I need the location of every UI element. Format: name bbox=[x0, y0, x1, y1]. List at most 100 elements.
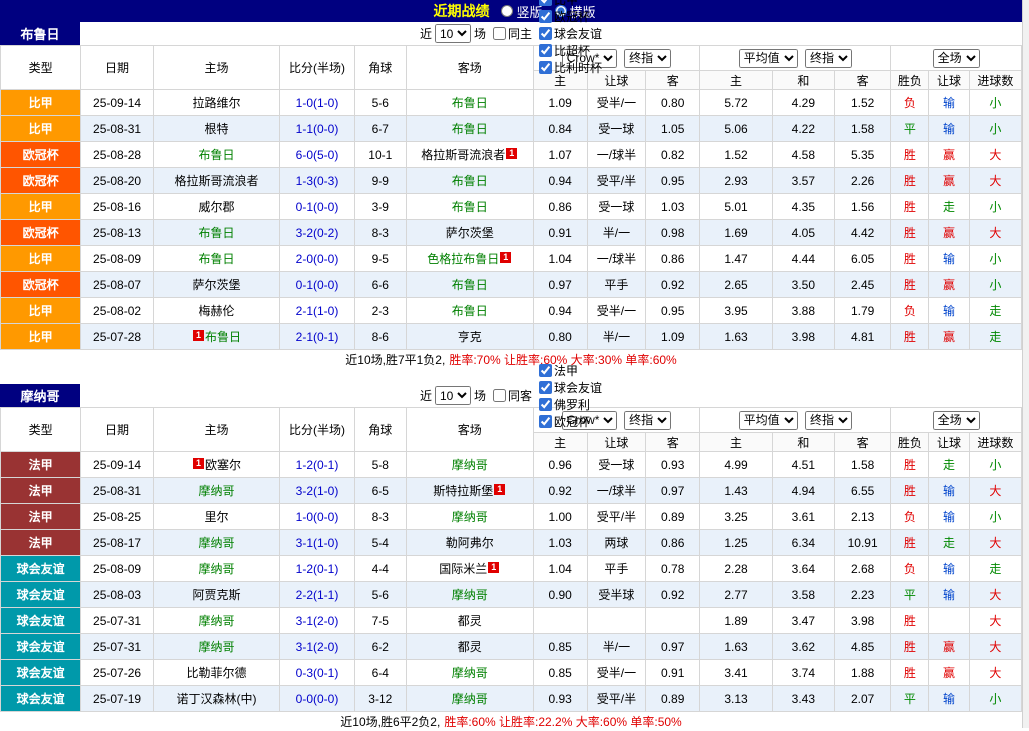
subcol-away-odds: 客 bbox=[646, 433, 700, 452]
result-cell: 负 bbox=[891, 90, 929, 116]
odds-cell: 受平/半 bbox=[587, 686, 645, 712]
odds-cell: 0.91 bbox=[533, 220, 587, 246]
team-name: 格拉斯哥流浪者 bbox=[421, 148, 505, 162]
league-filter-item[interactable]: 比超杯 bbox=[535, 42, 602, 59]
match-row: 法甲25-08-25里尔1-0(0-0)8-3摩纳哥1.00受平/半0.893.… bbox=[1, 504, 1022, 530]
corner-cell: 8-6 bbox=[354, 324, 406, 350]
away-team-cell: 摩纳哥 bbox=[406, 660, 533, 686]
odds-time-select[interactable]: 终指 bbox=[624, 49, 671, 68]
home-team-cell: 摩纳哥 bbox=[153, 634, 280, 660]
avg-odds-cell: 3.25 bbox=[700, 504, 772, 530]
home-team-cell: 拉路维尔 bbox=[153, 90, 280, 116]
result-cell: 胜 bbox=[891, 634, 929, 660]
fulltime-group: 全场 bbox=[891, 46, 1022, 71]
team-name: 亨克 bbox=[458, 330, 482, 344]
handicap-result-cell: 走 bbox=[929, 530, 969, 556]
team-name: 摩纳哥 bbox=[452, 510, 488, 524]
avg-odds-cell: 4.58 bbox=[772, 142, 834, 168]
league-filter-checkbox[interactable] bbox=[539, 381, 552, 394]
league-filter-item[interactable]: 球会友谊 bbox=[535, 379, 602, 396]
handicap-result-cell: 赢 bbox=[929, 168, 969, 194]
league-filter-checkbox[interactable] bbox=[539, 415, 552, 428]
goals-result-cell: 走 bbox=[969, 324, 1021, 350]
team-name: 根特 bbox=[205, 122, 229, 136]
goals-result-cell: 走 bbox=[969, 298, 1021, 324]
goals-result-cell: 小 bbox=[969, 686, 1021, 712]
result-cell: 胜 bbox=[891, 530, 929, 556]
subcol-goals-result: 进球数 bbox=[969, 433, 1021, 452]
odds-cell: 半/一 bbox=[587, 324, 645, 350]
league-filter-checkbox[interactable] bbox=[539, 27, 552, 40]
odds-cell: 0.89 bbox=[646, 686, 700, 712]
score-cell: 1-2(0-1) bbox=[280, 452, 354, 478]
result-cell: 胜 bbox=[891, 478, 929, 504]
avg-odds-cell: 4.81 bbox=[834, 324, 890, 350]
avg-odds-cell: 1.58 bbox=[834, 116, 890, 142]
avg-odds-cell: 3.88 bbox=[772, 298, 834, 324]
avg-odds-cell: 1.63 bbox=[700, 634, 772, 660]
match-row: 比甲25-09-14拉路维尔1-0(1-0)5-6布鲁日1.09受半/一0.80… bbox=[1, 90, 1022, 116]
league-filter-item[interactable]: 欧冠杯 bbox=[535, 8, 602, 25]
league-filter-checkbox[interactable] bbox=[539, 61, 552, 74]
match-count-select[interactable]: 10 bbox=[435, 24, 471, 43]
league-filter-item[interactable]: 佛罗利 bbox=[535, 396, 602, 413]
result-cell: 胜 bbox=[891, 220, 929, 246]
date-cell: 25-08-13 bbox=[81, 220, 153, 246]
average-time-select[interactable]: 终指 bbox=[805, 411, 852, 430]
col-date: 日期 bbox=[81, 408, 153, 452]
league-filter-item[interactable]: 比利时杯 bbox=[535, 59, 602, 76]
average-select[interactable]: 平均值 bbox=[739, 49, 798, 68]
average-select[interactable]: 平均值 bbox=[739, 411, 798, 430]
league-filter-checkbox[interactable] bbox=[539, 44, 552, 57]
league-filter-checkbox[interactable] bbox=[539, 10, 552, 23]
avg-odds-cell: 3.64 bbox=[772, 556, 834, 582]
subcol-result: 胜负 bbox=[891, 433, 929, 452]
same-away-checkbox[interactable] bbox=[493, 389, 506, 402]
fulltime-select[interactable]: 全场 bbox=[933, 411, 980, 430]
games-label: 场 bbox=[474, 387, 486, 404]
team-name: 布鲁日 bbox=[452, 96, 488, 110]
rank-badge: 1 bbox=[500, 252, 511, 263]
scrollbar[interactable] bbox=[1022, 0, 1029, 728]
handicap-result-cell: 走 bbox=[929, 452, 969, 478]
league-filter-checkbox[interactable] bbox=[539, 0, 552, 6]
avg-odds-cell: 3.57 bbox=[772, 168, 834, 194]
fulltime-select[interactable]: 全场 bbox=[933, 49, 980, 68]
away-team-cell: 斯特拉斯堡1 bbox=[406, 478, 533, 504]
league-filter-item[interactable]: 比甲 bbox=[535, 0, 602, 8]
match-count-select[interactable]: 10 bbox=[435, 386, 471, 405]
same-home-checkbox[interactable] bbox=[493, 27, 506, 40]
result-cell: 胜 bbox=[891, 272, 929, 298]
odds-cell: 受平/半 bbox=[587, 168, 645, 194]
matches-table-brugge: 类型 日期 主场 比分(半场) 角球 客场 Crow* 终指 平均值 终指 全场… bbox=[0, 45, 1022, 350]
avg-odds-cell: 6.55 bbox=[834, 478, 890, 504]
league-filter-checkbox[interactable] bbox=[539, 398, 552, 411]
away-team-cell: 布鲁日 bbox=[406, 168, 533, 194]
corner-cell: 9-9 bbox=[354, 168, 406, 194]
average-odds-group: 平均值 终指 bbox=[700, 408, 891, 433]
away-team-cell: 摩纳哥 bbox=[406, 686, 533, 712]
col-score: 比分(半场) bbox=[280, 46, 354, 90]
corner-cell: 5-4 bbox=[354, 530, 406, 556]
subcol-avg-home: 主 bbox=[700, 433, 772, 452]
team-name: 摩纳哥 bbox=[452, 692, 488, 706]
handicap-result-cell: 输 bbox=[929, 478, 969, 504]
match-filters: 近 10 场 同主 比甲欧冠杯球会友谊比超杯比利时杯 bbox=[420, 0, 602, 76]
away-team-cell: 布鲁日 bbox=[406, 194, 533, 220]
col-corner: 角球 bbox=[354, 408, 406, 452]
league-filter-item[interactable]: 欧冠杯 bbox=[535, 413, 602, 430]
league-filter-item[interactable]: 球会友谊 bbox=[535, 25, 602, 42]
odds-cell: 一/球半 bbox=[587, 246, 645, 272]
same-venue-filter[interactable]: 同客 bbox=[489, 387, 532, 404]
average-time-select[interactable]: 终指 bbox=[805, 49, 852, 68]
league-filter-checkbox[interactable] bbox=[539, 364, 552, 377]
same-venue-filter[interactable]: 同主 bbox=[489, 25, 532, 42]
odds-time-select[interactable]: 终指 bbox=[624, 411, 671, 430]
league-filter-item[interactable]: 法甲 bbox=[535, 362, 602, 379]
team-name: 国际米兰 bbox=[439, 562, 487, 576]
odds-cell: 0.82 bbox=[646, 142, 700, 168]
avg-odds-cell: 3.62 bbox=[772, 634, 834, 660]
match-row: 球会友谊25-07-31摩纳哥3-1(2-0)7-5都灵1.893.473.98… bbox=[1, 608, 1022, 634]
handicap-result-cell: 赢 bbox=[929, 660, 969, 686]
league-type-cell: 法甲 bbox=[1, 478, 81, 504]
